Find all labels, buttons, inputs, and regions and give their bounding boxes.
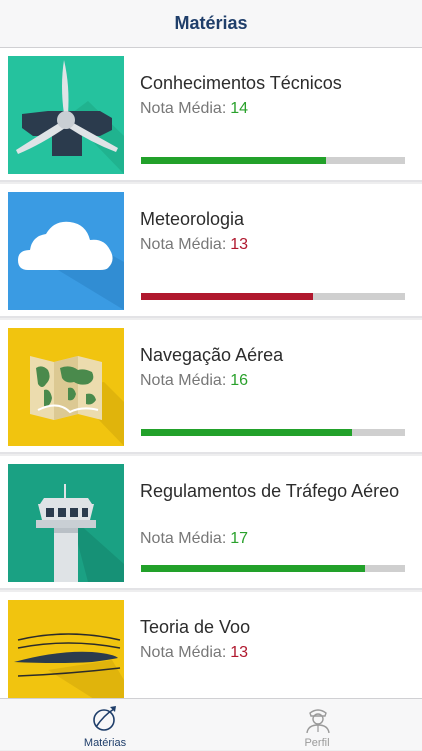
progress-bar (141, 429, 405, 436)
subject-title: Teoria de Voo (140, 617, 251, 637)
progress-bar (141, 565, 405, 572)
subject-row-teoria-de-voo[interactable]: Teoria de Voo Nota Média: 13 (0, 592, 422, 698)
average-grade: Nota Média: 13 (140, 236, 248, 254)
average-grade: Nota Média: 14 (140, 100, 248, 118)
tab-materias[interactable]: Matérias (35, 699, 175, 751)
grade-label: Nota Média: (140, 644, 227, 661)
subject-title: Regulamentos de Tráfego Aéreo (140, 481, 400, 501)
propeller-icon (8, 56, 124, 174)
airfoil-icon (8, 600, 124, 698)
subject-row-conhecimentos-tecnicos[interactable]: Conhecimentos Técnicos Nota Média: 14 (0, 48, 422, 182)
tab-label: Perfil (304, 737, 330, 749)
tab-label: Matérias (83, 737, 127, 749)
grade-value: 13 (230, 644, 249, 661)
subject-list[interactable]: Conhecimentos Técnicos Nota Média: 14 Met… (0, 48, 422, 698)
average-grade: Nota Média: 17 (140, 530, 248, 548)
airplane-globe-icon (92, 705, 118, 738)
grade-value: 16 (230, 372, 249, 389)
control-tower-icon (8, 464, 124, 582)
grade-label: Nota Média: (140, 100, 227, 117)
grade-label: Nota Média: (140, 530, 227, 547)
pilot-profile-icon (304, 705, 332, 738)
progress-bar (141, 293, 405, 300)
subject-row-navegacao-aerea[interactable]: Navegação Aérea Nota Média: 16 (0, 320, 422, 454)
page-title: Matérias (174, 13, 248, 33)
grade-value: 13 (230, 236, 249, 253)
grade-value: 17 (230, 530, 249, 547)
progress-bar-fill (141, 429, 353, 436)
tab-bar: Matérias Perfil (0, 698, 422, 750)
progress-bar-fill (141, 293, 313, 300)
tab-perfil[interactable]: Perfil (247, 699, 387, 751)
cloud-icon (8, 192, 124, 310)
navigation-bar: Matérias (0, 0, 422, 48)
progress-bar-fill (141, 157, 326, 164)
subject-title: Navegação Aérea (140, 345, 284, 365)
grade-value: 14 (230, 100, 249, 117)
world-map-icon (8, 328, 124, 446)
subject-row-meteorologia[interactable]: Meteorologia Nota Média: 13 (0, 184, 422, 318)
grade-label: Nota Média: (140, 236, 227, 253)
average-grade: Nota Média: 16 (140, 372, 248, 390)
subject-row-regulamentos-trafego-aereo[interactable]: Regulamentos de Tráfego Aéreo Nota Média… (0, 456, 422, 590)
progress-bar-fill (141, 565, 366, 572)
progress-bar (141, 157, 405, 164)
grade-label: Nota Média: (140, 372, 227, 389)
subject-title: Conhecimentos Técnicos (140, 73, 342, 93)
subject-title: Meteorologia (140, 209, 245, 229)
average-grade: Nota Média: 13 (140, 644, 248, 662)
